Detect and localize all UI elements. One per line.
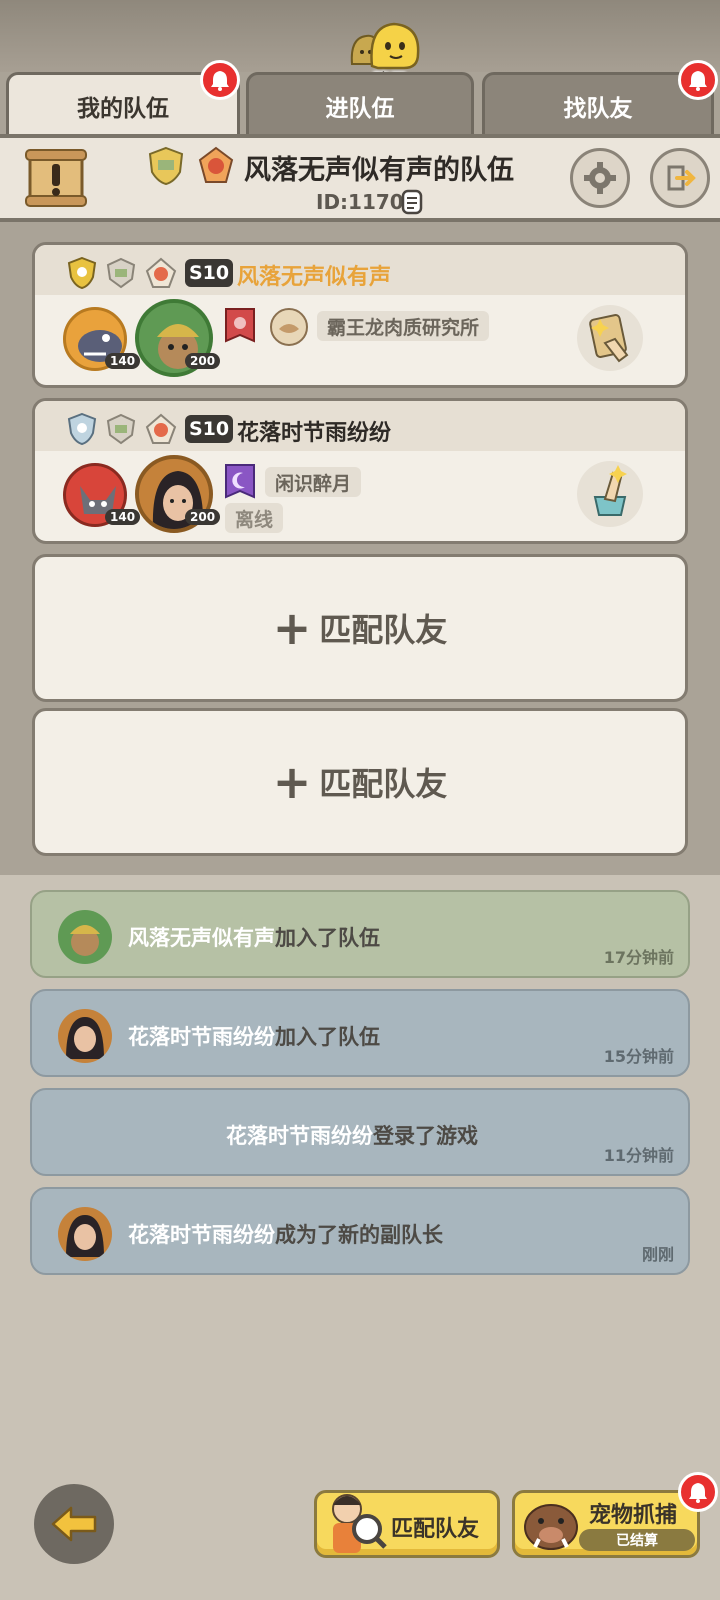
member-card[interactable]: S10 花落时节雨纷纷 140 200 闲识醉月 离线 <box>32 398 688 544</box>
member-avatar <box>58 1207 112 1261</box>
copy-id-icon[interactable] <box>400 188 424 220</box>
member-name: 花落时节雨纷纷 <box>237 421 392 446</box>
online-status-tag: 离线 <box>225 503 284 533</box>
team-emblem-icon <box>196 146 236 190</box>
leave-team-button[interactable] <box>650 148 710 208</box>
activity-feed-item: 花落时节雨纷纷加入了队伍 15分钟前 <box>30 989 690 1077</box>
back-button[interactable] <box>34 1484 114 1564</box>
member-name: 风落无声似有声 <box>237 265 392 290</box>
back-arrow-icon <box>51 1506 97 1542</box>
guild-name-tag: 霸王龙肉质研究所 <box>317 311 490 341</box>
feed-player-name: 花落时节雨纷纷 <box>128 1025 275 1049</box>
guild-banner-icon <box>223 463 257 507</box>
team-badge-icon <box>105 257 137 293</box>
pet-level: 140 <box>105 353 141 369</box>
match-teammate-label: 匹配队友 <box>319 611 448 649</box>
member-level: 200 <box>185 353 221 369</box>
activity-feed-item: 风落无声似有声加入了队伍 17分钟前 <box>30 890 690 978</box>
team-name: 风落无声似有声的队伍 <box>244 155 514 186</box>
member-action-button[interactable] <box>575 303 645 377</box>
feed-action: 登录了游戏 <box>373 1124 478 1148</box>
feed-player-name: 花落时节雨纷纷 <box>226 1124 373 1148</box>
rank-shield-icon <box>67 412 97 449</box>
promote-card-icon <box>577 461 643 527</box>
match-teammate-label: 匹配队友 <box>319 765 448 803</box>
tab-label: 进队伍 <box>325 95 395 122</box>
bell-alert-icon <box>678 60 718 100</box>
team-badge-icon <box>105 413 137 449</box>
season-badge: S10 <box>185 415 233 443</box>
exit-door-icon <box>667 165 696 191</box>
rank-shield-icon <box>67 256 97 293</box>
pet-level: 140 <box>105 509 141 525</box>
feed-player-name: 花落时节雨纷纷 <box>128 1223 275 1247</box>
member-avatar <box>58 910 112 964</box>
feed-time: 刚刚 <box>641 1245 674 1264</box>
match-teammate-slot[interactable]: + 匹配队友 <box>32 554 688 702</box>
search-character-icon <box>323 1485 389 1563</box>
feed-time: 17分钟前 <box>603 948 674 967</box>
pet-capture-status: 已结算 <box>579 1529 695 1551</box>
activity-feed-item: 花落时节雨纷纷成为了新的副队长 刚刚 <box>30 1187 690 1275</box>
team-notice-icon[interactable] <box>24 146 88 214</box>
member-level: 200 <box>185 509 221 525</box>
activity-feed-item: 花落时节雨纷纷登录了游戏 11分钟前 <box>30 1088 690 1176</box>
feed-message: 风落无声似有声加入了队伍 <box>128 922 380 952</box>
feed-time: 15分钟前 <box>603 1047 674 1066</box>
food-badge-icon <box>145 413 177 449</box>
guild-banner-icon <box>223 307 257 351</box>
match-teammate-button-label: 匹配队友 <box>391 1517 480 1542</box>
member-card[interactable]: S10 风落无声似有声 140 200 霸王龙肉质研究所 <box>32 242 688 388</box>
pet-capture-label: 宠物抓捕 <box>589 1503 678 1528</box>
member-action-button[interactable] <box>575 459 645 533</box>
boar-pet-icon <box>519 1487 583 1561</box>
plus-icon: + <box>272 755 312 809</box>
bell-alert-icon <box>678 1472 718 1512</box>
tab-label: 我的队伍 <box>77 95 169 122</box>
handshake-badge-icon <box>269 307 309 351</box>
match-teammate-slot[interactable]: + 匹配队友 <box>32 708 688 856</box>
pet-capture-button[interactable]: 宠物抓捕 已结算 <box>512 1490 700 1558</box>
match-teammate-button[interactable]: 匹配队友 <box>314 1490 500 1558</box>
feed-player-name: 风落无声似有声 <box>128 926 275 950</box>
feed-action: 加入了队伍 <box>275 1025 380 1049</box>
plus-icon: + <box>272 601 312 655</box>
member-avatar <box>58 1009 112 1063</box>
bell-alert-icon <box>200 60 240 100</box>
tab-join-team[interactable]: 进队伍 <box>246 72 474 136</box>
feed-message: 花落时节雨纷纷登录了游戏 <box>226 1120 478 1150</box>
team-header: 风落无声似有声的队伍 ID:11700 <box>0 134 720 222</box>
tap-card-icon <box>577 305 643 371</box>
feed-message: 花落时节雨纷纷加入了队伍 <box>128 1021 380 1051</box>
food-badge-icon <box>145 257 177 293</box>
feed-action: 加入了队伍 <box>275 926 380 950</box>
feed-action: 成为了新的副队长 <box>275 1223 443 1247</box>
season-badge: S10 <box>185 259 233 287</box>
settings-button[interactable] <box>570 148 630 208</box>
feed-message: 花落时节雨纷纷成为了新的副队长 <box>128 1219 443 1249</box>
gear-icon <box>584 162 616 194</box>
guild-name-tag: 闲识醉月 <box>265 467 362 497</box>
feed-time: 11分钟前 <box>603 1146 674 1165</box>
team-rank-shield-icon <box>146 146 186 190</box>
tab-label: 找队友 <box>563 95 633 122</box>
